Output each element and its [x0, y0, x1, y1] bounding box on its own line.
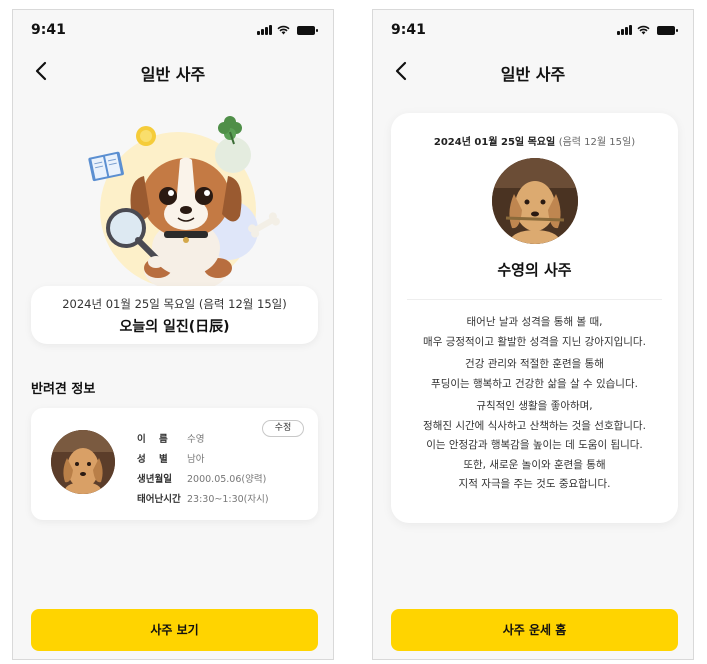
- pet-avatar: [51, 430, 115, 494]
- wifi-icon: [277, 25, 290, 35]
- date-lunar: (음력 12월 15일): [558, 137, 636, 148]
- signal-icon: [257, 25, 272, 35]
- right-screen: 9:41 일반 사주 2024년 01월 25일 목요일 (음력 12월 15일…: [372, 9, 694, 660]
- status-icons: [617, 25, 678, 35]
- info-label: 태어난시간: [137, 494, 181, 505]
- info-label: 성 별: [137, 454, 168, 465]
- saju-description: 태어난 날과 성격을 통해 볼 때, 매우 긍정적이고 활발한 성격을 지닌 강…: [391, 313, 678, 498]
- pet-avatar: [492, 158, 578, 244]
- info-value: 2000.05.06(양력): [187, 474, 267, 485]
- info-row-birthtime: 태어난시간 23:30~1:30(자시): [137, 488, 269, 508]
- description-line: 정해진 시간에 식사하고 산책하는 것을 선호합니다.: [423, 419, 646, 432]
- battery-icon: [297, 26, 318, 35]
- status-time: 9:41: [31, 22, 66, 38]
- status-time: 9:41: [391, 22, 426, 38]
- info-value: 23:30~1:30(자시): [187, 494, 269, 505]
- description-paragraph: 건강 관리와 적절한 훈련을 통해 푸딩이는 행복하고 건강한 삶을 살 수 있…: [391, 355, 678, 394]
- description-line: 또한, 새로운 놀이와 훈련을 통해: [463, 458, 606, 471]
- page-title: 일반 사주: [140, 65, 206, 84]
- info-row-gender: 성 별 남아: [137, 448, 269, 468]
- description-line: 규칙적인 생활을 좋아하며,: [476, 400, 593, 412]
- puppy-detective-illustration: [88, 116, 280, 290]
- description-paragraph: 태어난 날과 성격을 통해 볼 때, 매우 긍정적이고 활발한 성격을 지닌 강…: [391, 313, 678, 352]
- date-solar: 2024년 01월 25일 목요일: [433, 137, 556, 148]
- description-line: 건강 관리와 적절한 훈련을 통해: [465, 358, 604, 370]
- description-paragraph: 규칙적인 생활을 좋아하며, 정해진 시간에 식사하고 산책하는 것을 선호합니…: [391, 397, 678, 495]
- divider: [407, 299, 662, 300]
- saju-fortune-home-button[interactable]: 사주 운세 홈: [391, 609, 678, 651]
- today-iljin-card: 2024년 01월 25일 목요일 (음력 12월 15일) 오늘의 일진(日辰…: [31, 286, 318, 344]
- description-line: 이는 안정감과 행복감을 높이는 데 도움이 됩니다.: [426, 439, 643, 451]
- wifi-icon: [637, 25, 650, 35]
- view-saju-button[interactable]: 사주 보기: [31, 609, 318, 651]
- iljin-title: 오늘의 일진(日辰): [119, 319, 230, 335]
- info-label: 이 름: [137, 434, 168, 445]
- info-label: 생년월일: [137, 474, 172, 485]
- status-bar: 9:41: [31, 20, 318, 40]
- battery-icon: [657, 26, 678, 35]
- navbar: 일반 사주: [373, 58, 693, 84]
- saju-name-title: 수영의 사주: [497, 261, 572, 279]
- page-title: 일반 사주: [500, 65, 566, 84]
- pet-info-list: 이 름 수영 성 별 남아 생년월일 2000.05.06(양력) 태어난시간 23:3…: [137, 428, 269, 508]
- date-line: 2024년 01월 25일 목요일 (음력 12월 15일): [62, 297, 287, 311]
- info-row-name: 이 름 수영: [137, 428, 269, 448]
- date-line: 2024년 01월 25일 목요일 (음력 12월 15일): [391, 133, 678, 148]
- description-line: 태어난 날과 성격을 통해 볼 때,: [466, 316, 603, 328]
- info-row-birthdate: 생년월일 2000.05.06(양력): [137, 468, 269, 488]
- pet-info-section-title: 반려견 정보: [31, 382, 96, 397]
- navbar: 일반 사주: [13, 58, 333, 84]
- description-line: 매우 긍정적이고 활발한 성격을 지닌 강아지입니다.: [423, 335, 646, 348]
- description-line: 지적 자극을 주는 것도 중요합니다.: [458, 478, 611, 490]
- info-value: 남아: [187, 454, 205, 465]
- pet-info-card: 수정 이 름 수영 성 별 남아 생년월일 2000.05.06(양력) 태어난시간 2…: [31, 408, 318, 520]
- info-value: 수영: [187, 434, 205, 445]
- left-screen: 9:41 일반 사주 2024년 01월 25일 목요일 (음력 12월 15일…: [12, 9, 334, 660]
- status-bar: 9:41: [391, 20, 678, 40]
- saju-result-card: 2024년 01월 25일 목요일 (음력 12월 15일) 수영의 사주 태어…: [391, 113, 678, 523]
- signal-icon: [617, 25, 632, 35]
- status-icons: [257, 25, 318, 35]
- description-line: 푸딩이는 행복하고 건강한 삶을 살 수 있습니다.: [431, 377, 638, 390]
